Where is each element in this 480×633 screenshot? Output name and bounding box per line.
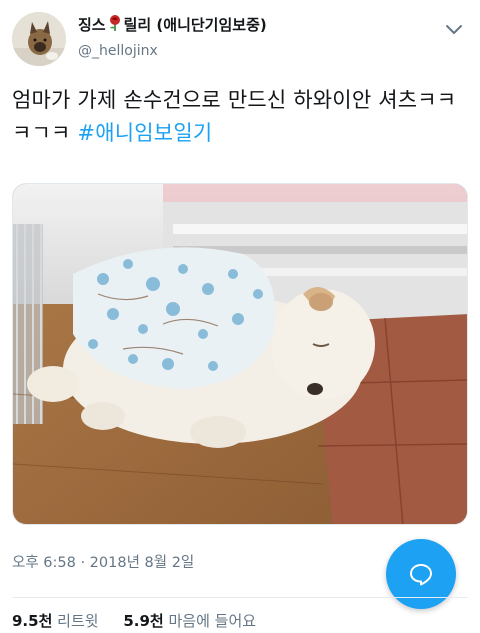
- tweet-timestamp[interactable]: 오후 6:58 · 2018년 8월 2일: [12, 551, 194, 572]
- tweet-text: 엄마가 가제 손수건으로 만드신 하와이안 셔츠ㅋㅋㅋㄱㅋ #애니임보일기: [12, 84, 468, 150]
- display-name[interactable]: 징스 릴리 (애니단기임보중): [78, 14, 267, 38]
- divider: [12, 597, 468, 598]
- retweets-stat[interactable]: 9.5천 리트윗: [12, 610, 99, 631]
- avatar[interactable]: [12, 12, 66, 66]
- display-name-first: 징스: [78, 16, 106, 34]
- author-names: 징스 릴리 (애니단기임보중) @_hellojinx: [78, 14, 267, 62]
- tweet-photo[interactable]: [12, 183, 468, 525]
- reply-bubble-icon: [410, 564, 432, 586]
- retweets-count: 9.5천: [12, 612, 53, 630]
- likes-label: 마음에 들어요: [168, 612, 257, 630]
- likes-stat[interactable]: 5.9천 마음에 들어요: [123, 610, 256, 631]
- rose-icon: [107, 14, 123, 38]
- display-name-second: 릴리 (애니단기임보중): [123, 16, 267, 34]
- username-handle[interactable]: @_hellojinx: [78, 40, 267, 62]
- likes-count: 5.9천: [123, 612, 164, 630]
- chevron-down-icon[interactable]: [444, 20, 464, 40]
- retweets-label: 리트윗: [57, 612, 99, 630]
- tweet-header: 징스 릴리 (애니단기임보중) @_hellojinx: [12, 12, 468, 68]
- hashtag-link[interactable]: #애니임보일기: [77, 121, 212, 145]
- tweet-stats: 9.5천 리트윗 5.9천 마음에 들어요: [12, 610, 276, 631]
- compose-reply-button[interactable]: [386, 539, 456, 609]
